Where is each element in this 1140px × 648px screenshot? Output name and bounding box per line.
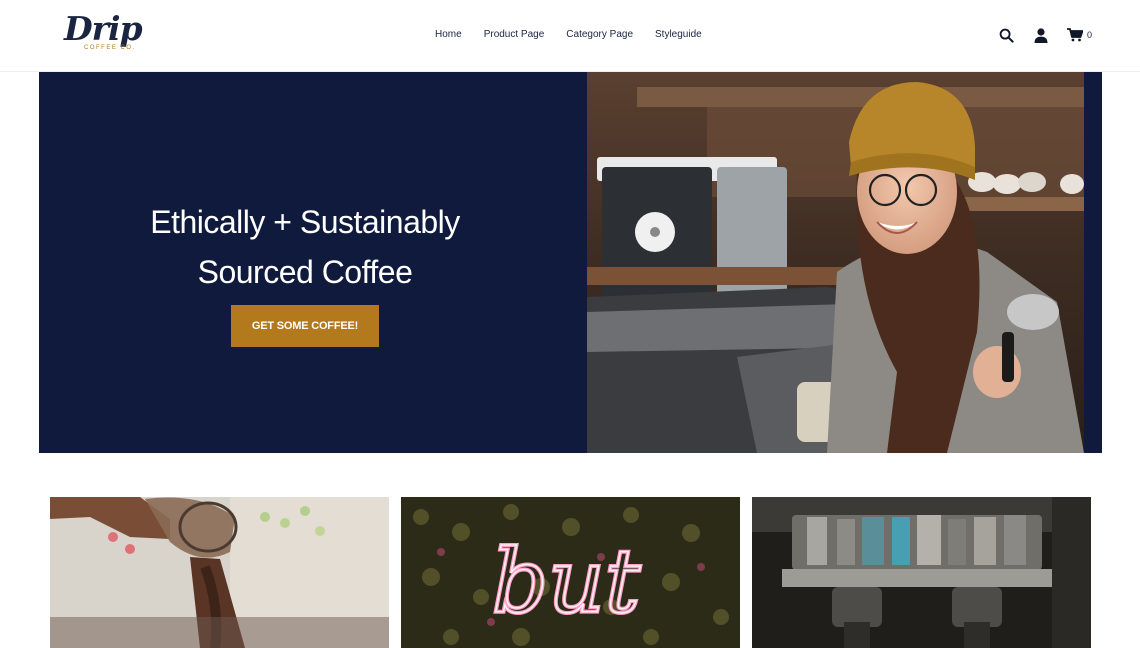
neon-sign-image: but but — [401, 497, 740, 648]
get-some-coffee-button[interactable]: GET SOME COFFEE! — [231, 305, 379, 347]
svg-text:but: but — [492, 530, 641, 633]
hero-title-line-2: Sourced Coffee — [197, 254, 413, 290]
site-header: Drip COFFEE CO. Home Product Page Catego… — [0, 0, 1140, 72]
nav-link-category-page[interactable]: Category Page — [566, 29, 633, 41]
nav-link-home[interactable]: Home — [435, 29, 462, 41]
espresso-machine-image — [752, 497, 1091, 648]
coffee-grounds-image — [50, 497, 389, 648]
category-card-neon-sign[interactable]: but but — [401, 497, 740, 648]
logo[interactable]: Drip COFFEE CO. — [62, 10, 146, 56]
category-card-espresso-machine[interactable] — [752, 497, 1091, 648]
nav-link-styleguide[interactable]: Styleguide — [655, 29, 702, 41]
nav-link-product-page[interactable]: Product Page — [484, 29, 545, 41]
logo-wordmark: Drip — [64, 9, 143, 48]
header-tools: 0 — [997, 26, 1092, 44]
cart-icon — [1067, 28, 1083, 42]
hero-title-line-1: Ethically + Sustainably — [150, 204, 460, 240]
search-icon[interactable] — [997, 26, 1015, 44]
hero-banner: Ethically + Sustainably Sourced Coffee G… — [39, 72, 1102, 453]
cart-button[interactable]: 0 — [1067, 26, 1092, 44]
cart-count: 0 — [1087, 30, 1093, 40]
main-nav: Home Product Page Category Page Stylegui… — [435, 29, 724, 41]
hero-title: Ethically + Sustainably Sourced Coffee — [39, 197, 571, 297]
hero-image — [587, 72, 1084, 453]
hero-text: Ethically + Sustainably Sourced Coffee — [39, 197, 571, 297]
user-icon[interactable] — [1032, 26, 1050, 44]
logo-subtitle: COFFEE CO. — [84, 45, 136, 51]
category-card-coffee-grounds[interactable] — [50, 497, 389, 648]
